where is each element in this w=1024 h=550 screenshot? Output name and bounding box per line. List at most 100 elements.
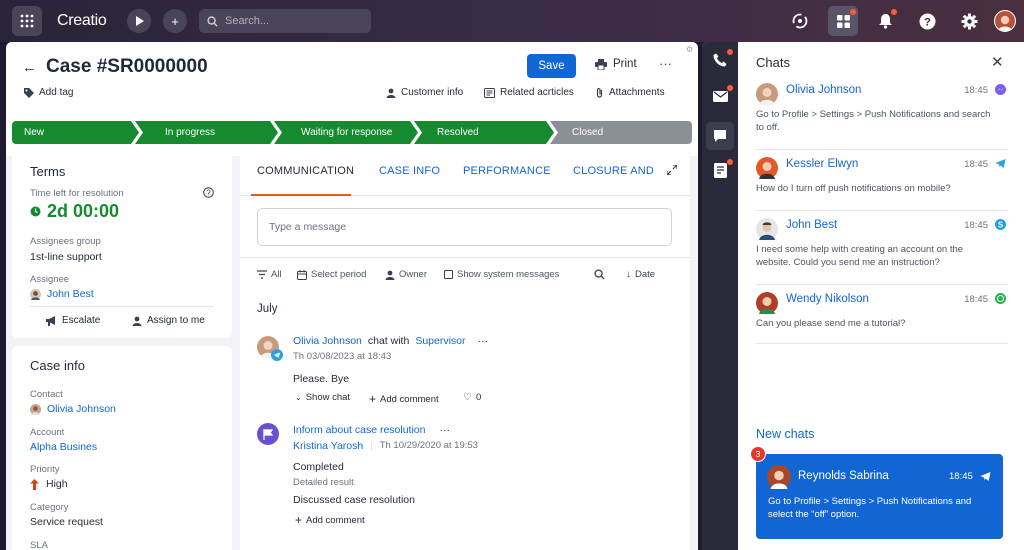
case-title: Case #SR0000000 [46, 56, 208, 77]
search-icon[interactable] [594, 269, 605, 280]
avatar-olivia [756, 83, 778, 105]
customer-info-link[interactable]: Customer info [386, 87, 463, 98]
settings-button[interactable] [957, 9, 981, 33]
chat-button[interactable] [706, 122, 734, 150]
expand-icon[interactable] [667, 165, 677, 175]
stage-new[interactable]: New [12, 121, 139, 144]
avatar-john [756, 218, 778, 240]
stage-waiting[interactable]: Waiting for response [274, 121, 418, 144]
show-system-messages-checkbox[interactable]: Show system messages [444, 269, 559, 280]
filter-owner-label: Owner [399, 269, 427, 280]
attachments-link[interactable]: Attachments [595, 87, 665, 98]
save-button[interactable]: Save [527, 54, 576, 78]
plus-icon: + [295, 513, 303, 527]
email-button[interactable] [710, 85, 733, 106]
show-chat-button[interactable]: ⌄ Show chat [295, 392, 350, 403]
checkbox-box[interactable] [444, 270, 453, 279]
account-value[interactable]: Alpha Busines [30, 441, 97, 453]
chat-item[interactable]: John Best 18:45 S I need some help with … [756, 218, 1010, 279]
tab-closure[interactable]: CLOSURE AND [573, 165, 654, 177]
add-button[interactable]: + [163, 9, 187, 33]
svg-text:?: ? [924, 16, 931, 28]
tab-performance[interactable]: PERFORMANCE [463, 165, 551, 177]
print-label: Print [613, 58, 637, 70]
apps-button[interactable] [828, 6, 858, 36]
email-notification-dot [727, 85, 733, 91]
message-input[interactable]: Type a message [257, 208, 672, 246]
notification-dot [891, 9, 897, 15]
envelope-icon [712, 90, 728, 102]
panel-settings-icon[interactable]: ⚙ [686, 45, 693, 54]
arrow-up-icon [30, 478, 39, 490]
entry2-add-comment-button[interactable]: + Add comment [295, 513, 365, 527]
terms-card: Terms Time left for resolution ? 2d 00:0… [12, 152, 232, 338]
entry2-title[interactable]: Inform about case resolution [293, 424, 426, 436]
like-button[interactable]: ♡ 0 [463, 392, 481, 403]
related-articles-link[interactable]: Related acrticles [484, 87, 574, 98]
chat-item[interactable]: Olivia Johnson 18:45 Go to Profile > Set… [756, 83, 1010, 144]
info-icon[interactable]: ? [203, 187, 214, 198]
add-tag-button[interactable]: Add tag [24, 87, 73, 98]
assign-to-me-button[interactable]: Assign to me [132, 315, 205, 326]
user-avatar[interactable] [994, 10, 1016, 32]
contact-field[interactable]: Olivia Johnson [30, 403, 116, 415]
widgets-icon [836, 14, 850, 28]
filter-owner[interactable]: Owner [385, 269, 427, 280]
app-logo: Creatio [57, 12, 107, 29]
feed-button[interactable] [710, 159, 733, 180]
run-process-button[interactable] [127, 9, 151, 33]
phone-button[interactable] [710, 49, 733, 70]
new-chat-preview: Go to Profile > Settings > Push Notifica… [768, 496, 972, 520]
category-value[interactable]: Service request [30, 516, 103, 528]
creatio-ai-button[interactable] [788, 9, 812, 33]
gear-icon [961, 13, 977, 29]
entry1-more-button[interactable]: ··· [478, 335, 489, 347]
search-box[interactable] [199, 9, 371, 33]
assignee-label: Assignee [30, 274, 70, 285]
stage-closed[interactable]: Closed [550, 121, 692, 144]
entry1-target[interactable]: Supervisor [415, 335, 465, 347]
filter-period[interactable]: Select period [297, 269, 366, 280]
avatar-reynolds [767, 465, 791, 489]
tab-case-info[interactable]: CASE INFO [379, 165, 440, 177]
contact-value[interactable]: Olivia Johnson [47, 403, 116, 415]
help-button[interactable]: ? [915, 9, 939, 33]
back-arrow-icon[interactable]: ← [22, 59, 37, 76]
notifications-button[interactable] [873, 9, 897, 33]
chat-name: John Best [786, 219, 838, 231]
new-chat-card[interactable]: 3 Reynolds Sabrina 18:45 Go to Profile >… [750, 446, 1003, 539]
entry2-more-button[interactable]: ··· [440, 424, 451, 436]
plus-icon: + [369, 392, 377, 406]
chat-item[interactable]: Kessler Elwyn 18:45 How do I turn off pu… [756, 157, 1010, 208]
assignee-field[interactable]: John Best [30, 288, 94, 300]
add-comment-button[interactable]: + Add comment [369, 392, 439, 406]
chat-item[interactable]: Wendy Nikolson 18:45 Can you please send… [756, 292, 1010, 343]
stage-in-progress[interactable]: In progress [135, 121, 278, 144]
chat-time: 18:45 [964, 220, 988, 231]
tab-communication[interactable]: COMMUNICATION [257, 165, 354, 177]
entry1-author[interactable]: Olivia Johnson [293, 335, 362, 347]
svg-text:?: ? [206, 189, 211, 198]
priority-field[interactable]: High [30, 478, 68, 490]
sort-by-date[interactable]: ↓ Date [626, 269, 655, 280]
chat-name: Kessler Elwyn [786, 158, 859, 170]
assignees-group-value[interactable]: 1st-line support [30, 251, 102, 263]
stage-label: New [24, 127, 45, 138]
assignee-value[interactable]: John Best [47, 288, 94, 300]
escalate-button[interactable]: Escalate [46, 315, 100, 326]
print-button[interactable]: Print [595, 58, 637, 70]
entry2-person[interactable]: Kristina Yarosh [293, 440, 363, 452]
stage-label: Closed [572, 127, 604, 138]
app-menu-button[interactable] [12, 6, 42, 36]
search-input[interactable] [225, 15, 355, 27]
filter-all[interactable]: All [257, 269, 282, 280]
chevron-down-icon: ⌄ [295, 393, 302, 402]
chat-time: 18:45 [964, 159, 988, 170]
stage-resolved[interactable]: Resolved [414, 121, 554, 144]
new-chat-name: Reynolds Sabrina [798, 470, 889, 482]
chat-name: Olivia Johnson [786, 84, 862, 96]
more-actions-button[interactable]: ··· [659, 56, 672, 71]
close-icon[interactable]: ✕ [991, 53, 1004, 71]
filter-all-label: All [271, 269, 282, 280]
chat-name: Wendy Nikolson [786, 293, 869, 305]
